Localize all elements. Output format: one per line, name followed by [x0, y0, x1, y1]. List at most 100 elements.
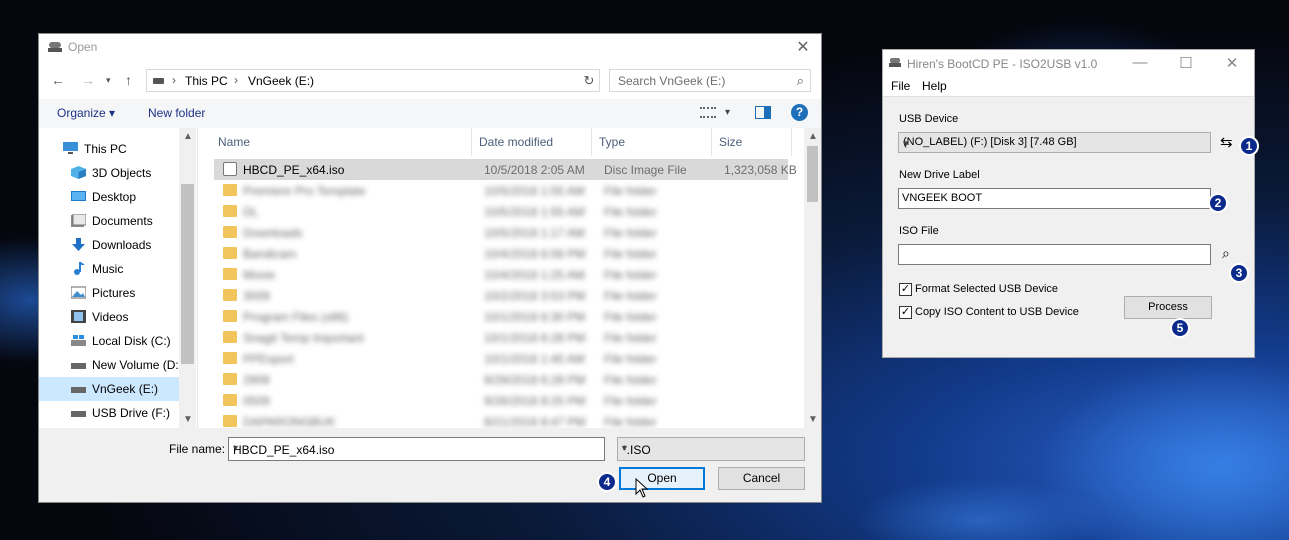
column-label: Name: [218, 135, 251, 149]
menu-help[interactable]: Help: [922, 79, 947, 93]
column-label: Type: [599, 135, 626, 149]
file-date-cell: 10/4/2018 6:58 PM: [484, 247, 586, 261]
sidebar-item-videos[interactable]: Videos: [39, 305, 179, 329]
nav-scrollbar[interactable]: ▲ ▼: [179, 128, 196, 428]
scroll-down-icon[interactable]: ▼: [183, 414, 193, 425]
search-input[interactable]: Search VnGeek (E:) ⌕: [609, 69, 811, 92]
open-button[interactable]: Open: [619, 467, 705, 490]
file-name-cell: Snagit Temp Important: [243, 331, 364, 345]
sidebar-item-pictures[interactable]: Pictures: [39, 281, 179, 305]
sidebar-item-downloads[interactable]: Downloads: [39, 233, 179, 257]
sidebar-item-label: Videos: [92, 310, 129, 324]
table-row[interactable]: DL 10/5/2018 1:55 AM File folder: [214, 201, 788, 222]
table-row[interactable]: Movie 10/4/2018 1:25 AM File folder: [214, 264, 788, 285]
forward-arrow-icon[interactable]: →: [81, 72, 95, 88]
file-size-cell: 1,323,058 KB: [724, 163, 797, 177]
table-row[interactable]: Bandicam 10/4/2018 6:58 PM File folder: [214, 243, 788, 264]
menu-file[interactable]: File: [891, 79, 910, 93]
new-drive-label-input[interactable]: VNGEEK BOOT: [898, 188, 1211, 209]
chevron-down-icon[interactable]: ▾: [622, 443, 799, 454]
breadcrumb-this-pc[interactable]: This PC: [185, 74, 228, 88]
folder-icon: [223, 415, 237, 427]
sidebar-item-vngeek-e[interactable]: VnGeek (E:): [39, 377, 179, 401]
column-header-size[interactable]: Size: [712, 128, 792, 156]
folder-icon: [223, 289, 237, 301]
step-badge-5: 5: [1170, 318, 1190, 338]
refresh-devices-icon[interactable]: ⇆: [1220, 133, 1233, 151]
table-row[interactable]: HBCD_PE_x64.iso 10/5/2018 2:05 AM Disc Ima…: [214, 159, 797, 180]
file-name-input[interactable]: HBCD_PE_x64.iso ▾: [228, 437, 605, 461]
iso2usb-title: Hiren's BootCD PE - ISO2USB v1.0: [907, 57, 1098, 71]
back-arrow-icon[interactable]: ←: [51, 72, 65, 88]
minimize-icon[interactable]: —: [1129, 54, 1151, 71]
folder-icon: [223, 205, 237, 217]
scrollbar-thumb[interactable]: [181, 184, 194, 364]
close-icon[interactable]: ✕: [1221, 54, 1243, 72]
table-row[interactable]: Premiere Pro Template 10/5/2018 1:55 AM Fi…: [214, 180, 788, 201]
file-type-cell: File folder: [604, 415, 657, 429]
breadcrumb-vngeek[interactable]: VnGeek (E:): [248, 74, 314, 88]
table-row[interactable]: PPExport 10/1/2018 1:45 AM File folder: [214, 348, 788, 369]
cancel-button[interactable]: Cancel: [718, 467, 805, 490]
sidebar-item-label: This PC: [84, 142, 127, 156]
address-bar[interactable]: › This PC › VnGeek (E:) ▾: [146, 69, 672, 92]
file-name-cell: 0509: [243, 394, 270, 408]
sidebar-item-this-pc[interactable]: This PC: [39, 137, 179, 161]
table-row[interactable]: 2909 9/29/2018 6:28 PM File folder: [214, 369, 788, 390]
copy-iso-checkbox-label: Copy ISO Content to USB Device: [915, 306, 1079, 318]
table-row[interactable]: 0509 9/26/2018 8:25 PM File folder: [214, 390, 788, 411]
chevron-down-icon[interactable]: ▾: [903, 137, 1205, 150]
copy-iso-checkbox[interactable]: ✓: [899, 306, 912, 319]
recent-locations-chevron-icon[interactable]: ▾: [106, 75, 111, 86]
file-list-scrollbar[interactable]: ▲ ▼: [804, 128, 821, 428]
column-header-name[interactable]: Name: [211, 128, 472, 156]
table-row[interactable]: Program Files (x86) 10/1/2018 6:30 PM File…: [214, 306, 788, 327]
music-icon: [74, 262, 85, 275]
sidebar-item-documents[interactable]: Documents: [39, 209, 179, 233]
sidebar-item-3d-objects[interactable]: 3D Objects: [39, 161, 179, 185]
file-type-select[interactable]: *.ISO ▾: [617, 437, 805, 461]
folder-icon: [223, 310, 237, 322]
view-chevron-down-icon[interactable]: ▾: [725, 107, 730, 118]
scroll-up-icon[interactable]: ▲: [183, 131, 193, 142]
process-button[interactable]: Process: [1124, 296, 1212, 319]
maximize-icon[interactable]: ☐: [1175, 54, 1197, 72]
new-drive-label-value: VNGEEK BOOT: [902, 192, 983, 204]
sidebar-item-local-disk-c[interactable]: Local Disk (C:): [39, 329, 179, 353]
organize-button[interactable]: Organize ▾: [57, 106, 115, 120]
scrollbar-thumb[interactable]: [807, 146, 818, 202]
usb-drive-icon: [71, 411, 86, 417]
sidebar-item-usb-drive-f[interactable]: USB Drive (F:): [39, 401, 179, 425]
file-date-cell: 10/5/2018 1:55 AM: [484, 184, 585, 198]
sidebar-item-new-volume-d[interactable]: New Volume (D:): [39, 353, 183, 377]
iso-file-input[interactable]: [898, 244, 1211, 265]
table-row[interactable]: Downloads 10/5/2018 1:17 AM File folder: [214, 222, 788, 243]
help-icon[interactable]: ?: [791, 104, 808, 121]
close-icon[interactable]: ✕: [792, 37, 814, 57]
folder-icon: [223, 247, 237, 259]
file-name-cell: Bandicam: [243, 247, 297, 261]
breadcrumb-separator-icon[interactable]: ›: [234, 73, 238, 87]
column-header-date-modified[interactable]: Date modified: [472, 128, 592, 156]
table-row[interactable]: Snagit Temp Important 10/1/2018 6:28 PM Fi…: [214, 327, 788, 348]
browse-search-icon[interactable]: ⌕: [1222, 245, 1230, 262]
folder-icon: [223, 226, 237, 238]
new-folder-button[interactable]: New folder: [148, 106, 205, 120]
column-header-type[interactable]: Type: [592, 128, 712, 156]
breadcrumb-separator-icon[interactable]: ›: [172, 73, 176, 87]
iso-file-label: ISO File: [899, 225, 939, 237]
folder-icon: [223, 184, 237, 196]
refresh-icon[interactable]: ↻: [579, 69, 600, 92]
usb-device-select[interactable]: (NO_LABEL) (F:) [Disk 3] [7.48 GB] ▾: [898, 132, 1211, 153]
sidebar-item-music[interactable]: Music: [39, 257, 179, 281]
chevron-down-icon[interactable]: ▾: [233, 443, 599, 454]
format-checkbox[interactable]: ✓: [899, 283, 912, 296]
table-row[interactable]: 3009 10/2/2018 3:53 PM File folder: [214, 285, 788, 306]
scroll-up-icon[interactable]: ▲: [808, 131, 818, 142]
sidebar-item-label: Music: [92, 262, 124, 276]
scroll-down-icon[interactable]: ▼: [808, 414, 818, 425]
preview-pane-icon[interactable]: [755, 106, 771, 119]
up-arrow-icon[interactable]: ↑: [125, 72, 132, 88]
sidebar-item-desktop[interactable]: Desktop: [39, 185, 179, 209]
view-options-icon[interactable]: [700, 107, 716, 118]
